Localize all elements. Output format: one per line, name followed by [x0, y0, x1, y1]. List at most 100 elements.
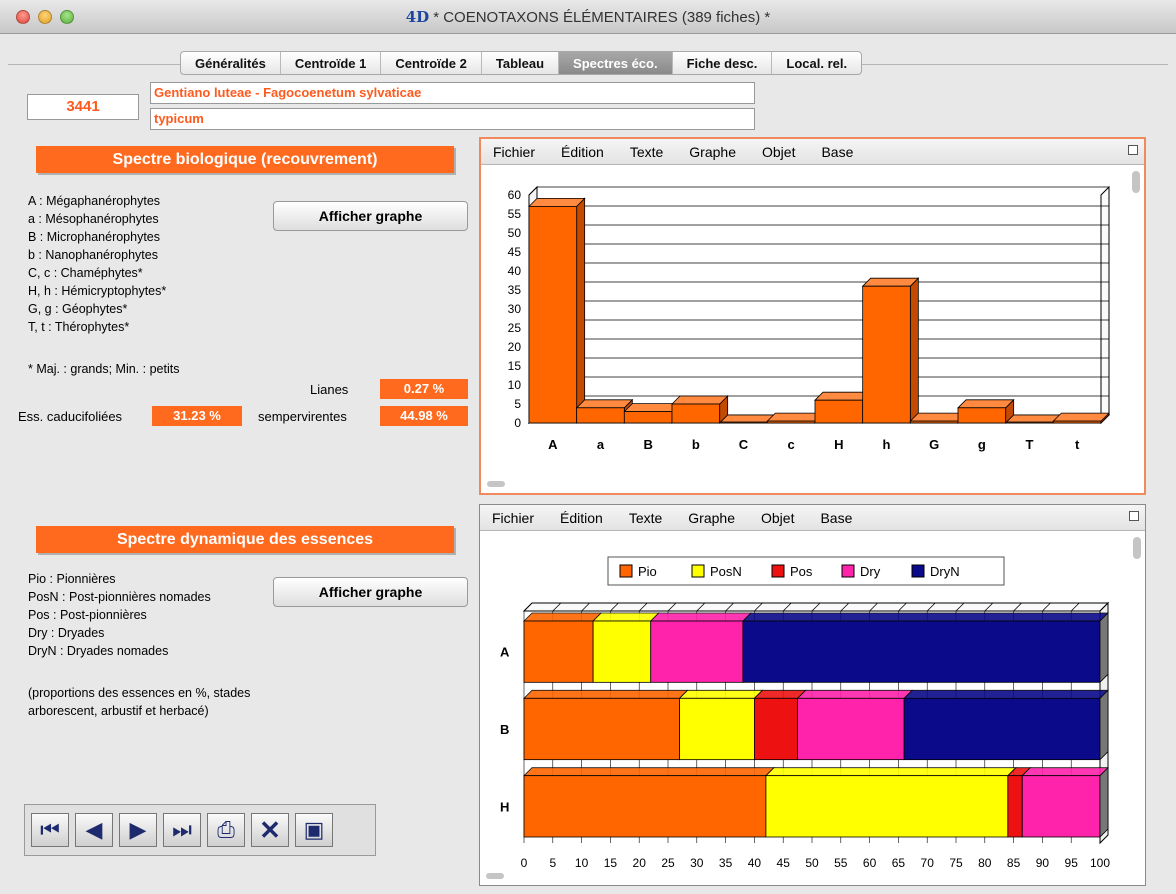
window-titlebar: 4D * COENOTAXONS ÉLÉMENTAIRES (389 fiches…	[0, 0, 1176, 34]
bar-top	[957, 399, 1015, 409]
tab-bar: Généralités Centroïde 1 Centroïde 2 Tabl…	[180, 51, 863, 75]
tab-centroide-2[interactable]: Centroïde 2	[381, 52, 482, 74]
record-number-field[interactable]: 3441	[27, 94, 139, 120]
bar-top	[575, 399, 634, 409]
menu-base[interactable]: Base	[820, 505, 852, 530]
x-tick-label: 30	[690, 856, 704, 870]
menu-objet[interactable]: Objet	[762, 139, 795, 164]
bar-side	[909, 277, 919, 424]
bar-segment-top	[753, 689, 807, 699]
x-tick-label: 80	[978, 856, 992, 870]
x-tick-label: 15	[604, 856, 618, 870]
bar-end	[1099, 689, 1109, 761]
window-title-text: * COENOTAXONS ÉLÉMENTAIRES (389 fiches) …	[433, 9, 771, 26]
menu-edition[interactable]: Édition	[561, 139, 604, 164]
y-tick-label: 25	[508, 321, 522, 335]
tab-local-rel[interactable]: Local. rel.	[772, 52, 861, 74]
legend-label: Pos	[790, 564, 813, 579]
bar	[862, 285, 911, 424]
dyn-note-line: arborescent, arbustif et herbacé)	[28, 704, 209, 718]
dyn-stacked-chart: Pio PosN Pos Dry DryN 0 5 10 15 20 25 30 35 40 45 50 55 6…	[500, 556, 1110, 870]
menu-base[interactable]: Base	[821, 139, 853, 164]
resize-icon[interactable]	[1128, 145, 1138, 155]
bio-bar-chart: 0 5 10 15 20 25 30 35 40 45 50 55 60 A a Bb Cc Hh Gg Tt	[508, 185, 1111, 452]
coenotaxon-subname-field[interactable]: typicum	[150, 108, 755, 130]
bar-segment-top	[903, 689, 1109, 699]
bar-segment	[753, 697, 798, 761]
menu-texte[interactable]: Texte	[630, 139, 663, 164]
bar	[766, 420, 816, 424]
dyn-legend-item: Dry : Dryades	[28, 626, 105, 640]
y-tick-label: 20	[508, 340, 522, 354]
bar	[1005, 421, 1054, 424]
bio-legend-item: a : Mésophanérophytes	[28, 212, 159, 226]
x-tick-label: T	[1026, 437, 1034, 452]
bar	[909, 420, 959, 424]
menu-graphe[interactable]: Graphe	[688, 505, 735, 530]
next-record-icon[interactable]: ▶	[119, 813, 157, 847]
bar-segment-top	[523, 689, 689, 699]
bar-segment	[679, 697, 755, 761]
delete-icon[interactable]: ✕	[251, 813, 289, 847]
x-tick-label: 5	[549, 856, 556, 870]
x-tick-label: 20	[633, 856, 647, 870]
bar-segment-top	[678, 689, 764, 699]
menu-edition[interactable]: Édition	[560, 505, 603, 530]
coenotaxon-name-field[interactable]: Gentiano luteae - Fagocoenetum sylvatica…	[150, 82, 755, 104]
vertical-scrollbar[interactable]	[1132, 171, 1140, 193]
save-icon[interactable]: ▣	[295, 813, 333, 847]
menu-objet[interactable]: Objet	[761, 505, 794, 530]
menu-fichier[interactable]: Fichier	[492, 505, 534, 530]
menu-texte[interactable]: Texte	[629, 505, 662, 530]
menu-fichier[interactable]: Fichier	[493, 139, 535, 164]
y-tick-label: 55	[508, 207, 522, 221]
menu-graphe[interactable]: Graphe	[689, 139, 736, 164]
y-tick-label: 10	[508, 378, 522, 392]
bio-graph-panel: Fichier Édition Texte Graphe Objet Base …	[479, 137, 1146, 495]
dyn-note: (proportions des essences en %, stades a…	[28, 684, 250, 720]
bio-legend-item: H, h : Hémicryptophytes*	[28, 284, 167, 298]
horizontal-scrollbar[interactable]	[487, 481, 505, 487]
last-record-icon[interactable]: ⏭	[163, 813, 201, 847]
legend-label: PosN	[710, 564, 742, 579]
y-tick-label: 0	[514, 416, 521, 430]
sempervirentes-label: sempervirentes	[258, 409, 347, 424]
dyn-note-line: (proportions des essences en %, stades	[28, 686, 251, 700]
tab-generalites[interactable]: Généralités	[181, 52, 281, 74]
bar-segment-top	[796, 689, 914, 699]
bar	[957, 407, 1007, 424]
print-icon[interactable]: ⎙	[207, 813, 245, 847]
tab-spectres-eco[interactable]: Spectres éco.	[559, 52, 673, 74]
previous-record-icon[interactable]: ◀	[75, 813, 113, 847]
vertical-scrollbar[interactable]	[1133, 537, 1141, 559]
tab-tableau[interactable]: Tableau	[482, 52, 560, 74]
dyn-graph-panel: Fichier Édition Texte Graphe Objet Base …	[479, 504, 1146, 886]
dyn-legend-item: PosN : Post-pionnières nomades	[28, 590, 211, 604]
y-tick-label: 5	[514, 397, 521, 411]
tab-fiche-desc[interactable]: Fiche desc.	[673, 52, 773, 74]
x-tick-label: 45	[777, 856, 791, 870]
y-tick-label: 60	[508, 188, 522, 202]
x-tick-label: 55	[834, 856, 848, 870]
bar-side	[576, 197, 586, 424]
legend-label: DryN	[930, 564, 960, 579]
x-tick-label: 100	[1090, 856, 1110, 870]
dyn-legend-item: Pos : Post-pionnières	[28, 608, 147, 622]
show-bio-graph-button[interactable]: Afficher graphe	[273, 201, 468, 231]
x-tick-label: a	[597, 437, 605, 452]
bar-segment-top	[1021, 767, 1109, 777]
tab-centroide-1[interactable]: Centroïde 1	[281, 52, 382, 74]
resize-icon[interactable]	[1129, 511, 1139, 521]
y-tick-label: 45	[508, 245, 522, 259]
caducifoliees-value: 31.23 %	[152, 406, 242, 426]
bio-legend-item: T, t : Thérophytes*	[28, 320, 130, 334]
bar-segment	[903, 697, 1101, 761]
graph-menubar: Fichier Édition Texte Graphe Objet Base	[480, 505, 1145, 531]
x-tick-label: 75	[949, 856, 963, 870]
lianes-value: 0.27 %	[380, 379, 468, 399]
bar-segment-top	[649, 612, 752, 622]
legend-label: Pio	[638, 564, 657, 579]
first-record-icon[interactable]: ⏮	[31, 813, 69, 847]
show-dyn-graph-button[interactable]: Afficher graphe	[273, 577, 468, 607]
y-tick-label: 40	[508, 264, 522, 278]
